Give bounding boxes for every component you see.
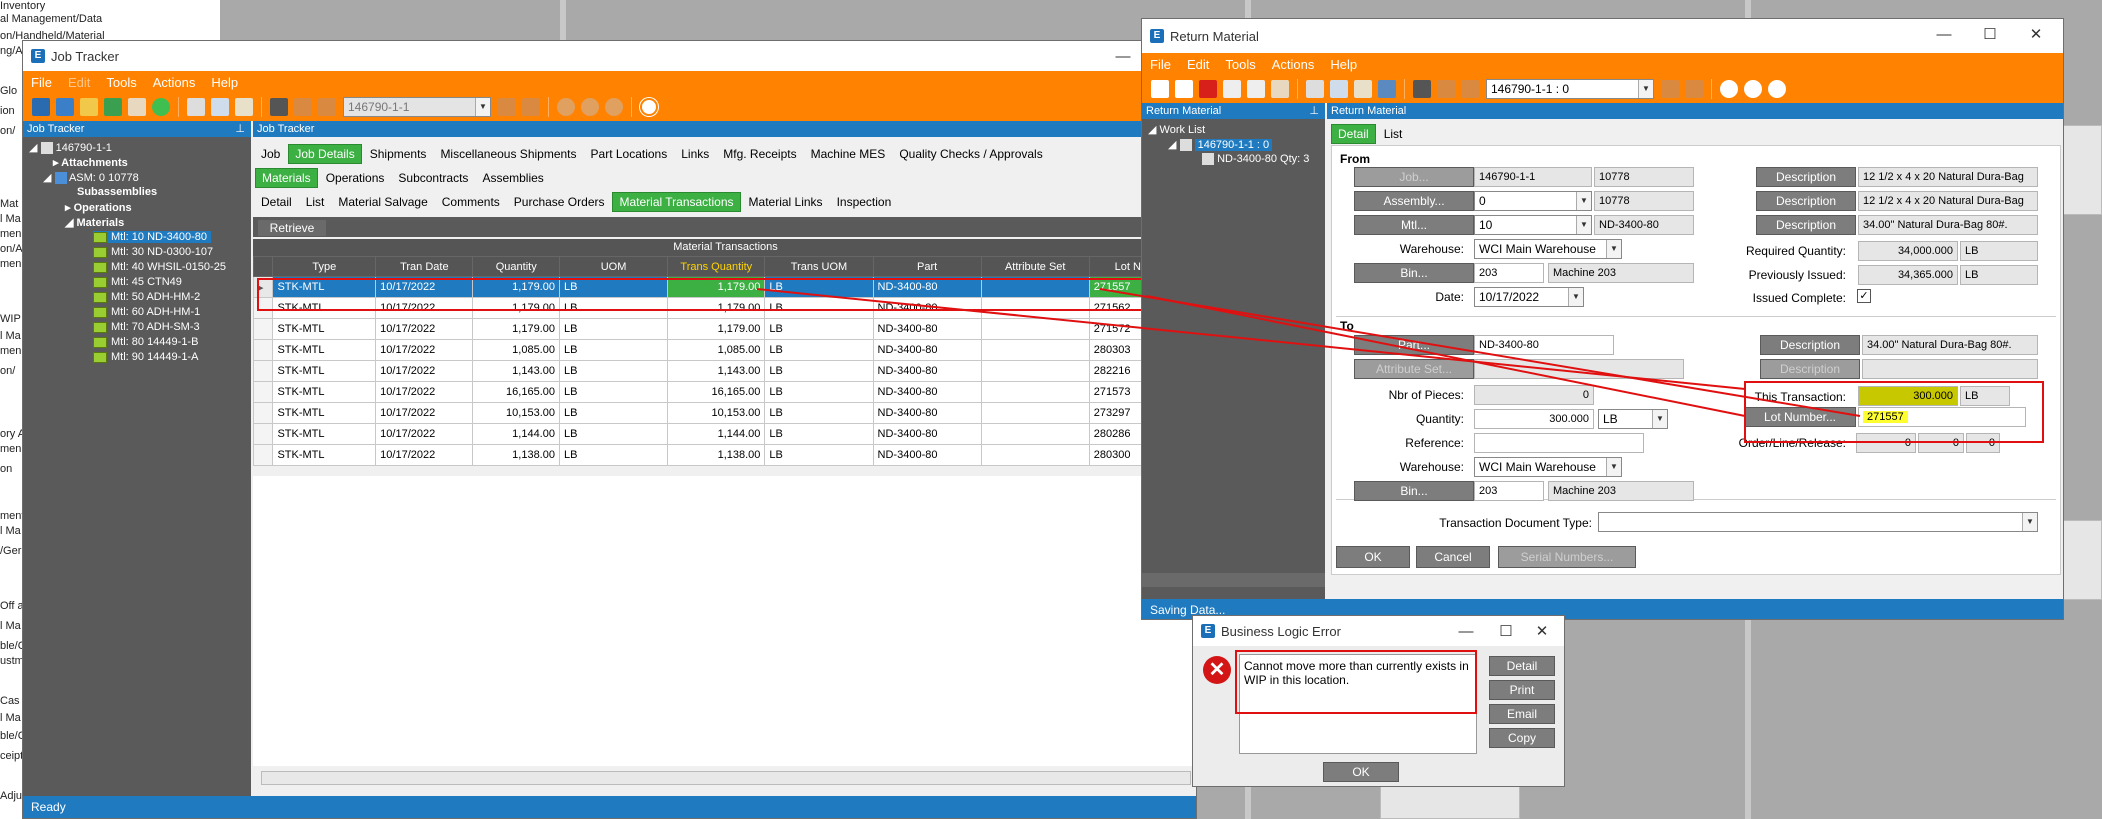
connector-lines bbox=[756, 288, 1861, 417]
copy-button[interactable]: Copy bbox=[1489, 728, 1555, 748]
email-button[interactable]: Email bbox=[1489, 704, 1555, 724]
connector-line bbox=[756, 288, 1746, 390]
close-icon[interactable]: ✕ bbox=[1524, 616, 1560, 648]
highlight-error-message bbox=[1235, 650, 1477, 714]
print-button[interactable]: Print bbox=[1489, 680, 1555, 700]
app-icon: E bbox=[1201, 624, 1215, 638]
ok-button[interactable]: OK bbox=[1323, 762, 1399, 782]
minimize-icon[interactable]: — bbox=[1448, 616, 1484, 648]
error-icon: ✕ bbox=[1203, 656, 1231, 684]
connector-line bbox=[1099, 288, 1861, 417]
detail-button[interactable]: Detail bbox=[1489, 656, 1555, 676]
dialog-title: Business Logic Error bbox=[1221, 623, 1341, 639]
dialog-title-bar: E Business Logic Error — ☐ ✕ bbox=[1193, 616, 1564, 646]
connector-line bbox=[1146, 295, 1746, 417]
maximize-icon[interactable]: ☐ bbox=[1488, 616, 1524, 648]
